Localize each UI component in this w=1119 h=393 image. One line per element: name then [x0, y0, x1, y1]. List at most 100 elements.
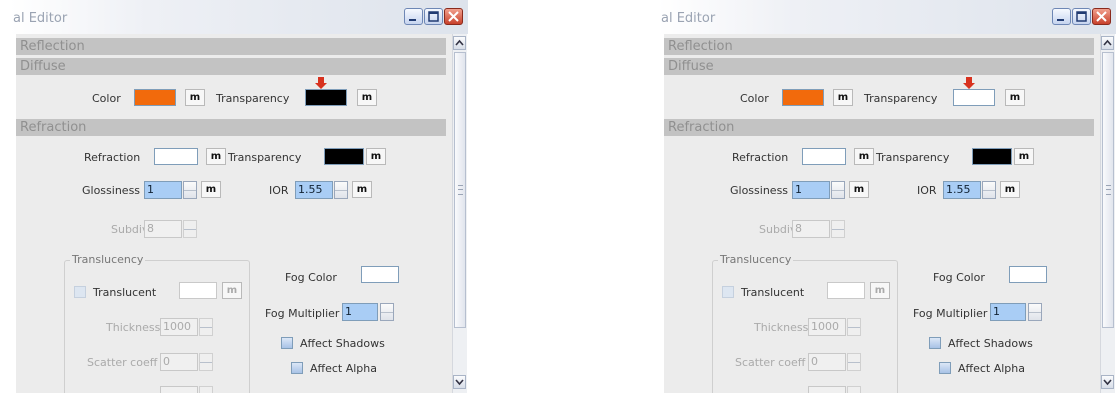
material-editor-window-left: al Editor Reflection Diffuse Color m Tra… [10, 0, 468, 393]
section-refraction[interactable]: Refraction [16, 119, 446, 136]
translucency-map-button[interactable]: m [870, 282, 890, 299]
refraction-label: Refraction [84, 151, 141, 164]
extra-input[interactable] [160, 386, 198, 393]
scatter-coeff-spinner[interactable] [199, 353, 213, 371]
refraction-color-swatch[interactable] [802, 148, 846, 165]
fog-color-swatch[interactable] [361, 266, 399, 283]
ior-label: IOR [269, 184, 289, 197]
diffuse-color-map-button[interactable]: m [185, 89, 205, 106]
glossiness-map-button[interactable]: m [849, 181, 869, 198]
glossiness-spinner[interactable] [831, 181, 845, 199]
material-editor-window-right: al Editor Reflection Diffuse Color m Tra… [658, 0, 1116, 393]
refraction-transparency-swatch[interactable] [324, 148, 364, 165]
title-bar[interactable]: al Editor [10, 0, 468, 34]
section-reflection[interactable]: Reflection [16, 38, 446, 55]
extra-spinner[interactable] [199, 386, 213, 393]
fog-multiplier-input[interactable]: 1 [342, 303, 378, 321]
fog-color-label: Fog Color [285, 271, 337, 284]
subdivs-spinner[interactable] [183, 220, 197, 238]
diffuse-transparency-swatch[interactable] [953, 89, 995, 106]
translucency-map-button[interactable]: m [222, 282, 242, 299]
minimize-button[interactable] [1052, 8, 1071, 25]
affect-alpha-checkbox[interactable] [939, 362, 951, 374]
glossiness-input[interactable]: 1 [792, 181, 830, 199]
translucent-checkbox[interactable] [74, 286, 86, 298]
section-diffuse[interactable]: Diffuse [16, 58, 446, 75]
diffuse-transparency-swatch[interactable] [305, 89, 347, 106]
fog-multiplier-spinner[interactable] [380, 303, 394, 321]
affect-shadows-checkbox[interactable] [281, 337, 293, 349]
ior-spinner[interactable] [334, 181, 348, 199]
thickness-input[interactable]: 1000 [808, 318, 846, 336]
section-refraction[interactable]: Refraction [664, 119, 1094, 136]
fog-color-label: Fog Color [933, 271, 985, 284]
editor-content: Reflection Diffuse Color m Transparency … [664, 34, 1100, 393]
fog-multiplier-label: Fog Multiplier [913, 307, 988, 320]
ior-spinner[interactable] [982, 181, 996, 199]
ior-input[interactable]: 1.55 [943, 181, 981, 199]
glossiness-spinner[interactable] [183, 181, 197, 199]
scroll-thumb[interactable] [454, 52, 466, 328]
fog-multiplier-spinner[interactable] [1028, 303, 1042, 321]
scroll-down-button[interactable] [1101, 375, 1114, 389]
chevron-down-icon [455, 379, 464, 386]
vertical-scrollbar[interactable] [1100, 34, 1115, 393]
fog-multiplier-input[interactable]: 1 [990, 303, 1026, 321]
translucency-color-swatch[interactable] [827, 282, 865, 299]
translucency-color-swatch[interactable] [179, 282, 217, 299]
maximize-button[interactable] [424, 8, 443, 25]
section-diffuse[interactable]: Diffuse [664, 58, 1094, 75]
scroll-up-button[interactable] [453, 36, 466, 50]
scatter-coeff-spinner[interactable] [847, 353, 861, 371]
diffuse-color-swatch[interactable] [782, 89, 824, 106]
scroll-down-button[interactable] [453, 375, 466, 389]
diffuse-color-label: Color [740, 92, 769, 105]
translucent-checkbox[interactable] [722, 286, 734, 298]
ior-map-button[interactable]: m [352, 181, 372, 198]
diffuse-color-map-button[interactable]: m [833, 89, 853, 106]
maximize-icon [428, 11, 439, 22]
thickness-spinner[interactable] [199, 318, 213, 336]
diffuse-color-swatch[interactable] [134, 89, 176, 106]
extra-spinner[interactable] [847, 386, 861, 393]
section-reflection[interactable]: Reflection [664, 38, 1094, 55]
refraction-transparency-map-button[interactable]: m [366, 148, 386, 165]
close-button[interactable] [444, 8, 463, 25]
fog-multiplier-label: Fog Multiplier [265, 307, 340, 320]
maximize-button[interactable] [1072, 8, 1091, 25]
scatter-coeff-input[interactable]: 0 [808, 353, 846, 371]
close-icon [448, 11, 459, 22]
diffuse-transparency-map-button[interactable]: m [1005, 89, 1025, 106]
vertical-scrollbar[interactable] [452, 34, 467, 393]
scatter-coeff-input[interactable]: 0 [160, 353, 198, 371]
subdivs-input[interactable]: 8 [144, 220, 182, 238]
subdivs-spinner[interactable] [831, 220, 845, 238]
refraction-color-swatch[interactable] [154, 148, 198, 165]
thickness-input[interactable]: 1000 [160, 318, 198, 336]
minimize-button[interactable] [404, 8, 423, 25]
glossiness-input[interactable]: 1 [144, 181, 182, 199]
subdivs-input[interactable]: 8 [792, 220, 830, 238]
translucency-group-title: Translucency [70, 253, 146, 266]
diffuse-transparency-map-button[interactable]: m [357, 89, 377, 106]
refraction-transparency-swatch[interactable] [972, 148, 1012, 165]
glossiness-map-button[interactable]: m [201, 181, 221, 198]
ior-map-button[interactable]: m [1000, 181, 1020, 198]
refraction-transparency-map-button[interactable]: m [1014, 148, 1034, 165]
affect-shadows-checkbox[interactable] [929, 337, 941, 349]
ior-input[interactable]: 1.55 [295, 181, 333, 199]
thickness-spinner[interactable] [847, 318, 861, 336]
title-bar[interactable]: al Editor [658, 0, 1116, 34]
arrow-down-icon [963, 77, 975, 89]
close-button[interactable] [1092, 8, 1111, 25]
refraction-transparency-label: Transparency [228, 151, 302, 164]
extra-input[interactable] [808, 386, 846, 393]
fog-color-swatch[interactable] [1009, 266, 1047, 283]
close-icon [1096, 11, 1107, 22]
diffuse-color-label: Color [92, 92, 121, 105]
affect-alpha-checkbox[interactable] [291, 362, 303, 374]
refraction-map-button[interactable]: m [854, 148, 874, 165]
refraction-map-button[interactable]: m [206, 148, 226, 165]
scroll-thumb[interactable] [1102, 52, 1114, 328]
scroll-up-button[interactable] [1101, 36, 1114, 50]
